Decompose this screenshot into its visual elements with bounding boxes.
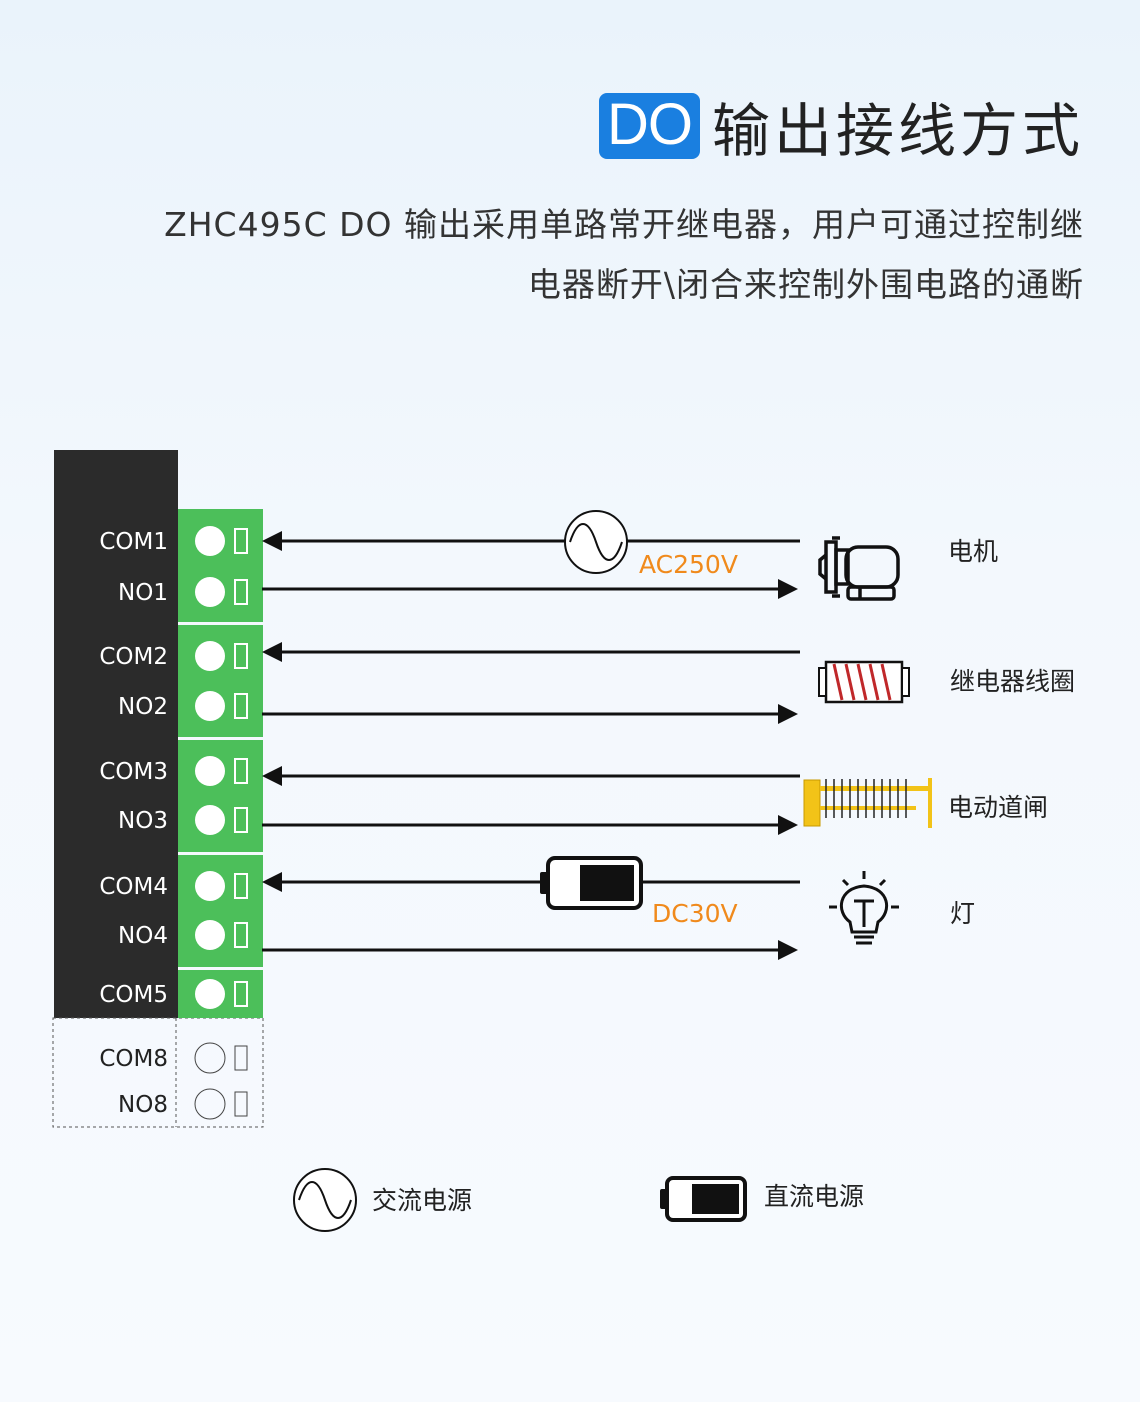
ac-source-icon [564,510,628,574]
terminal-label: NO2 [118,694,168,720]
screw-terminal-icon [195,979,225,1009]
wiring-diagram: COM1NO1COM2NO2COM3NO3COM4NO4COM5COM8NO8 … [52,450,1075,1232]
screw-terminal-icon [194,1088,226,1120]
motor-icon [818,536,900,601]
load-label-barrier-gate: 电动道闸 [948,793,1048,822]
screw-terminal-icon [195,920,225,950]
legend-ac-icon [293,1168,357,1232]
arrow-into-com1 [262,531,282,551]
legend-dc-icon [660,1176,747,1222]
load-label-light: 灯 [950,899,975,928]
dc-battery-icon [540,856,643,910]
terminal-block-2 [178,625,263,737]
screw-terminal-icon [195,871,225,901]
terminal-no8: NO8 [118,1088,248,1120]
legend-ac-label: 交流电源 [372,1186,472,1215]
screw-terminal-icon [195,641,225,671]
screw-terminal-icon [195,805,225,835]
terminal-label: NO8 [118,1092,168,1118]
arrow-into-com4 [262,872,282,892]
arrow-out-no2 [778,704,798,724]
screw-terminal-icon [194,1042,226,1074]
dc-voltage-label: DC30V [652,899,738,928]
terminal-label: COM8 [99,1046,168,1072]
legend-dc-label: 直流电源 [764,1182,864,1211]
load-label-relay-coil: 继电器线圈 [950,667,1075,696]
terminal-label: COM4 [99,874,168,900]
wire-slot-icon [234,1045,248,1071]
terminal-label: NO4 [118,923,168,949]
relay-coil-icon [818,660,910,704]
wire-slot-icon [234,1091,248,1117]
screw-terminal-icon [195,577,225,607]
arrow-out-no3 [778,815,798,835]
terminal-label: COM2 [99,644,168,670]
arrow-out-no1 [778,579,798,599]
terminal-block-3 [178,740,263,852]
terminal-block-1 [178,509,263,622]
arrow-into-com3 [262,766,282,786]
barrier-gate-icon [803,778,932,828]
ac-voltage-label: AC250V [639,550,738,579]
screw-terminal-icon [195,526,225,556]
terminal-label: NO3 [118,808,168,834]
load-label-motor: 电机 [948,537,998,566]
screw-terminal-icon [195,756,225,786]
terminal-block-4 [178,855,263,967]
light-bulb-icon [829,871,899,945]
arrow-into-com2 [262,642,282,662]
screw-terminal-icon [195,691,225,721]
terminal-label: COM1 [99,529,168,555]
wires [262,531,800,960]
terminal-label: COM5 [99,982,168,1008]
terminal-label: NO1 [118,580,168,606]
terminal-com8: COM8 [99,1042,248,1074]
arrow-out-no4 [778,940,798,960]
terminal-label: COM3 [99,759,168,785]
